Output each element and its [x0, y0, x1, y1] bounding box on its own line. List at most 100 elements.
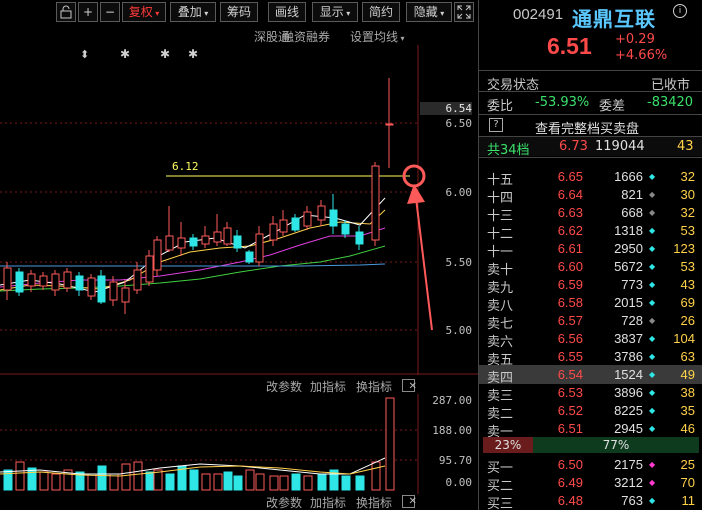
volume-bar: [121, 463, 131, 491]
order-book-row[interactable]: 卖十 6.60 5672 ◆ 53: [479, 257, 702, 278]
order-book-row[interactable]: 十一 6.61 2950 ◆ 123: [479, 239, 702, 260]
volume-bar: [15, 461, 25, 491]
change-params-button[interactable]: 改参数: [266, 494, 302, 510]
info-icon[interactable]: i: [673, 4, 687, 18]
indicator-menu: 改参数 加指标 换指标 ✕: [0, 494, 478, 510]
chip-button[interactable]: 筹码: [220, 2, 258, 22]
sell-ratio: 77%: [533, 437, 699, 453]
full-book-row[interactable]: ? 查看完整档买卖盘: [479, 116, 702, 137]
candle-body: [223, 227, 232, 245]
fullscreen-button[interactable]: [454, 2, 474, 22]
lock-button[interactable]: [56, 2, 76, 22]
event-marker[interactable]: ⬍: [80, 48, 89, 61]
stock-name[interactable]: 通鼎互联: [572, 3, 656, 32]
close-indicator-button[interactable]: ✕: [402, 379, 417, 392]
event-marker[interactable]: ✱: [188, 47, 198, 61]
level-price: 6.64: [557, 187, 583, 202]
order-book-row[interactable]: 卖六 6.56 3837 ◆ 104: [479, 329, 702, 350]
candle-body: [27, 273, 36, 287]
order-book-row[interactable]: 卖九 6.59 773 ◆ 43: [479, 275, 702, 296]
candle-body: [355, 231, 364, 245]
level-count: 70: [680, 475, 695, 490]
diamond-icon: ◆: [649, 496, 656, 505]
candle-body: [189, 237, 198, 247]
volume-bar: [303, 475, 313, 491]
event-marker[interactable]: ✱: [120, 47, 130, 61]
order-book-row[interactable]: 买三 6.48 763 ◆ 11: [479, 491, 702, 510]
order-book-row[interactable]: 买二 6.49 3212 ◆ 70: [479, 473, 702, 494]
draw-line-button[interactable]: 画线: [268, 2, 306, 22]
order-book-row[interactable]: 卖一 6.51 2945 ◆ 46: [479, 419, 702, 440]
level-count: 53: [680, 259, 695, 274]
volume-chart[interactable]: [0, 394, 478, 494]
level-price: 6.52: [557, 403, 583, 418]
level-price: 6.53: [557, 385, 583, 400]
price-chart[interactable]: 6.12 ⬍ ✱ ✱ ✱: [0, 45, 478, 375]
diamond-icon: ◆: [649, 352, 656, 361]
diamond-icon: ◆: [649, 478, 656, 487]
display-button[interactable]: 显示 ▾: [312, 2, 358, 22]
level-count: 104: [673, 331, 695, 346]
level-volume: 773: [621, 277, 643, 292]
adjust-button[interactable]: 复权 ▾: [122, 2, 166, 22]
caret-down-icon: ▾: [398, 34, 405, 43]
event-marker[interactable]: ✱: [160, 47, 170, 61]
order-book-row[interactable]: 卖七 6.57 728 ◆ 26: [479, 311, 702, 332]
zoom-out-button[interactable]: −: [100, 2, 120, 22]
ma-settings-link[interactable]: 设置均线 ▾: [350, 28, 405, 45]
order-book-row[interactable]: 十三 6.63 668 ◆ 32: [479, 203, 702, 224]
levels-cnt: 43: [677, 139, 694, 154]
change-params-button[interactable]: 改参数: [266, 378, 302, 395]
chart-area[interactable]: + − 复权 ▾ 叠加 ▾ 筹码 画线 显示 ▾ 简约 隐藏 ▾ 深股通 融资融…: [0, 0, 478, 510]
zoom-in-button[interactable]: +: [78, 2, 98, 22]
hide-button[interactable]: 隐藏 ▾: [406, 2, 452, 22]
volume-bar: [233, 475, 243, 491]
overlay-button[interactable]: 叠加 ▾: [170, 2, 216, 22]
caret-down-icon: ▾: [343, 9, 351, 18]
full-book-link[interactable]: 查看完整档买卖盘: [535, 118, 639, 137]
volume-bar: [223, 471, 233, 491]
level-volume: 763: [621, 493, 643, 508]
volume-bar: [97, 465, 107, 491]
level-volume: 3212: [614, 475, 643, 490]
order-book-row[interactable]: 卖四 6.54 1524 ◆ 49: [479, 365, 702, 386]
price-label-high: 6.54: [420, 102, 472, 115]
candle-body: [133, 269, 142, 291]
level-volume: 8225: [614, 403, 643, 418]
simple-button[interactable]: 简约: [362, 2, 400, 22]
volume-bars: [3, 397, 395, 491]
order-book-row[interactable]: 十四 6.64 821 ◆ 30: [479, 185, 702, 206]
add-indicator-button[interactable]: 加指标: [310, 378, 346, 395]
candle-body: [87, 277, 96, 297]
chart-subbar: 深股通 融资融券 设置均线 ▾: [0, 27, 478, 45]
candle-body: [341, 223, 350, 235]
level-price: 6.54: [557, 367, 583, 382]
level-count: 26: [680, 313, 695, 328]
help-icon[interactable]: ?: [489, 118, 503, 132]
diamond-icon: ◆: [649, 298, 656, 307]
order-book-row[interactable]: 卖二 6.52 8225 ◆ 35: [479, 401, 702, 422]
order-book-row[interactable]: 卖三 6.53 3896 ◆ 38: [479, 383, 702, 404]
order-book-row[interactable]: 十五 6.65 1666 ◆ 32: [479, 167, 702, 188]
level-count: 32: [680, 205, 695, 220]
order-book-row[interactable]: 十二 6.62 1318 ◆ 53: [479, 221, 702, 242]
close-indicator-button[interactable]: ✕: [402, 495, 417, 508]
order-book-row[interactable]: 卖八 6.58 2015 ◆ 69: [479, 293, 702, 314]
level-label: 买三: [487, 497, 514, 510]
levels-vol: 119044: [595, 139, 645, 154]
add-indicator-button[interactable]: 加指标: [310, 494, 346, 510]
level-price: 6.59: [557, 277, 583, 292]
swap-indicator-button[interactable]: 换指标: [356, 494, 392, 510]
volume-bar: [279, 475, 289, 491]
order-book-row[interactable]: 卖五 6.55 3786 ◆ 63: [479, 347, 702, 368]
candle-body: [97, 275, 106, 303]
volume-bar: [355, 475, 365, 491]
swap-indicator-button[interactable]: 换指标: [356, 378, 392, 395]
diamond-icon: ◆: [649, 190, 656, 199]
level-count: 63: [680, 349, 695, 364]
order-book-row[interactable]: 买一 6.50 2175 ◆ 25: [479, 455, 702, 476]
levels-price: 6.73: [559, 139, 588, 154]
margin-trading-link[interactable]: 融资融券: [282, 28, 330, 45]
diamond-icon: ◆: [649, 208, 656, 217]
level-price: 6.51: [557, 421, 583, 436]
